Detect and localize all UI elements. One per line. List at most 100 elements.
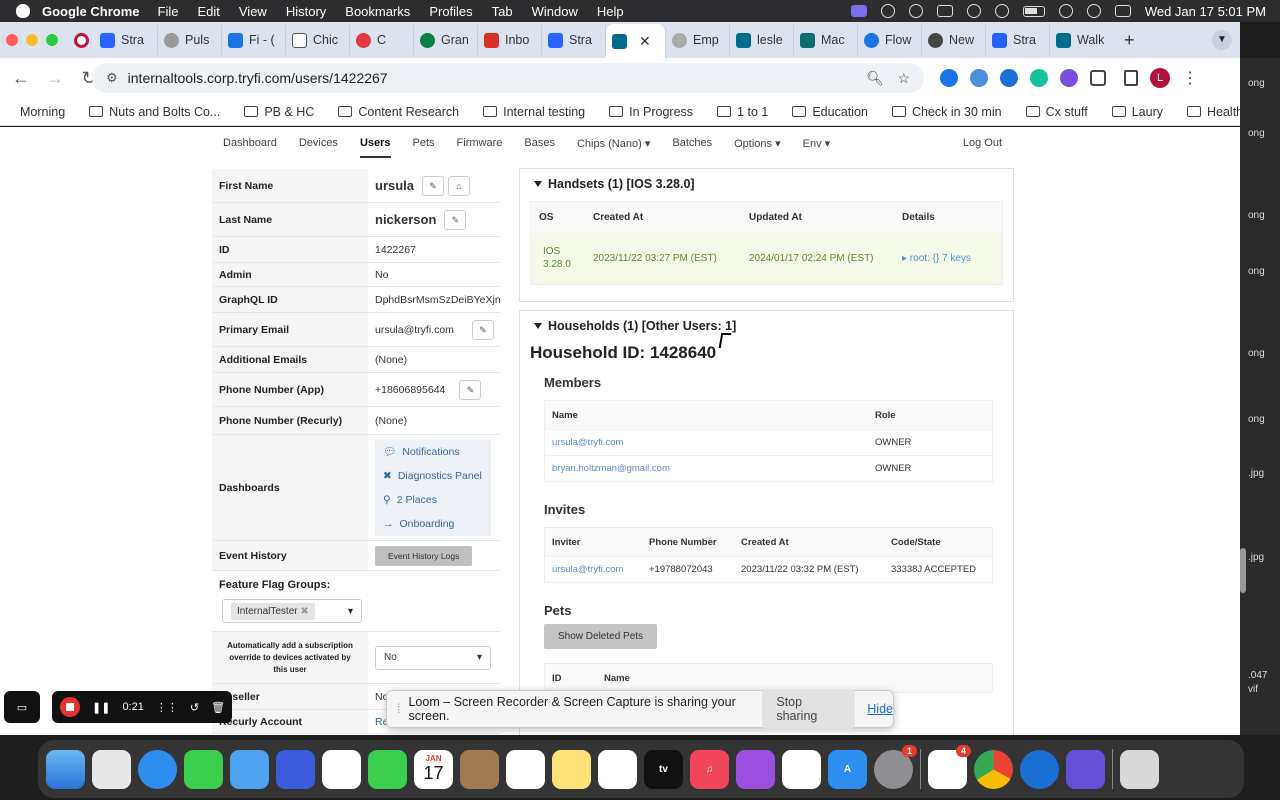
spotlight-icon[interactable] [1086,4,1101,18]
wifi-icon[interactable] [1058,4,1073,18]
bookmark-folder[interactable]: Content Research [338,105,459,119]
nav-pets[interactable]: Pets [413,137,435,149]
bookmark-folder[interactable]: Health [1187,105,1243,119]
nav-chips[interactable]: Chips (Nano) ▾ [577,137,650,150]
stop-recording-icon[interactable] [60,697,80,717]
bookmark-folder[interactable]: 1 to 1 [717,105,768,119]
places-link[interactable]: ⚲ 2 Places [375,487,491,512]
clock[interactable]: Wed Jan 17 5:01 PM [1145,4,1266,19]
handsets-title[interactable]: Handsets (1) [IOS 3.28.0] [520,169,1013,191]
restart-icon[interactable]: ↺ [190,701,199,714]
menu-bookmarks[interactable]: Bookmarks [345,4,410,19]
menu-edit[interactable]: Edit [197,4,219,19]
stop-sharing-button[interactable]: Stop sharing [762,689,856,729]
profile-avatar[interactable]: L [1150,68,1170,88]
extension-icon[interactable] [970,69,988,87]
close-window-icon[interactable] [6,34,18,46]
extension-icon[interactable] [1060,69,1078,87]
grammarly-icon[interactable] [908,4,923,18]
screen-share-icon[interactable] [850,5,867,17]
diagnostics-link[interactable]: ✖ Diagnostics Panel [375,463,491,488]
url-text[interactable]: internaltools.corp.tryfi.com/users/14222… [128,70,388,86]
chrome-icon[interactable] [974,749,1013,789]
minimize-window-icon[interactable] [26,34,38,46]
new-tab-icon[interactable]: + [1124,30,1135,51]
photos-icon[interactable] [322,749,361,789]
appstore-icon[interactable]: A [828,749,867,789]
zoom-window-icon[interactable] [46,34,58,46]
hide-button[interactable]: Hide [867,702,893,716]
menu-tab[interactable]: Tab [492,4,513,19]
handset-details-tree[interactable]: ▸ root: {} 7 keys [890,253,971,264]
grammarly-icon[interactable] [1030,69,1048,87]
drag-handle-icon[interactable]: ⁞ [397,702,400,716]
maps-icon[interactable] [276,749,315,789]
remove-chip-icon[interactable]: ✖ [300,606,308,617]
menu-history[interactable]: History [286,4,326,19]
bookmark-folder[interactable]: Laury [1111,105,1163,119]
reminders-icon[interactable] [506,749,545,789]
battery-icon[interactable] [1022,5,1045,17]
bookmark-folder[interactable]: PB & HC [244,105,314,119]
site-settings-icon[interactable]: ⚙ [106,70,118,86]
menu-view[interactable]: View [239,4,267,19]
forward-icon[interactable]: → [42,68,68,89]
tab-emp[interactable]: Emp [666,25,730,55]
zoom-icon[interactable]: 🔍︎ [866,70,884,87]
nav-env[interactable]: Env ▾ [803,137,831,150]
bookmark-folder[interactable]: Internal testing [483,105,585,119]
edit-icon[interactable]: ✎ [459,379,482,400]
trash-icon[interactable] [1120,749,1159,789]
extension-icon[interactable] [940,69,958,87]
tab-active-internaltools[interactable]: ✕ [606,24,666,58]
facetime-icon[interactable] [368,749,407,789]
menu-help[interactable]: Help [597,4,624,19]
tab-strava-1[interactable]: Stra [94,25,158,55]
control-center-icon[interactable] [1114,5,1131,17]
logout-link[interactable]: Log Out [963,137,1002,149]
tab-c[interactable]: C [350,25,414,55]
podcasts-icon[interactable] [736,749,775,789]
close-tab-icon[interactable]: ✕ [639,33,651,50]
tab-walk[interactable]: Walk [1050,25,1114,55]
calendar-icon[interactable]: JAN 17 [414,749,453,789]
tab-strava-3[interactable]: Stra [986,25,1050,55]
bookmark-morning[interactable]: Morning [20,105,65,119]
apple-icon[interactable] [16,4,30,18]
tab-recording[interactable] [68,25,94,55]
news-icon[interactable] [782,749,821,789]
edit-icon[interactable]: ✎ [444,209,467,230]
appletv-icon[interactable]: tv [644,749,683,789]
pause-icon[interactable]: ❚❚ [92,701,110,714]
music-icon[interactable]: ♫ [690,749,729,789]
tab-inbox[interactable]: Inbo [478,25,542,55]
launchpad-icon[interactable] [92,749,131,789]
menu-profiles[interactable]: Profiles [429,4,472,19]
back-icon[interactable]: ← [8,68,34,89]
tab-chic[interactable]: Chic [286,25,350,55]
tab-lesle[interactable]: lesle [730,25,794,55]
mail-icon[interactable] [230,749,269,789]
notifications-link[interactable]: 💬︎ Notifications [375,439,491,464]
system-settings-icon[interactable]: 1 [874,744,917,789]
nav-batches[interactable]: Batches [672,137,712,149]
trash-icon[interactable]: 🗑︎ [211,701,225,714]
bookmark-folder[interactable]: Education [792,105,868,119]
address-bar[interactable]: ⚙ internaltools.corp.tryfi.com/users/142… [92,63,924,93]
bookmark-folder[interactable]: Check in 30 min [891,105,1002,119]
app-name[interactable]: Google Chrome [42,4,140,19]
onboarding-link[interactable]: → Onboarding [375,511,491,536]
contacts-icon[interactable] [460,749,499,789]
nav-firmware[interactable]: Firmware [457,137,503,149]
member-link[interactable]: ursula@tryfi.com [552,437,875,448]
bookmark-folder[interactable]: In Progress [609,105,693,119]
slack-icon[interactable]: 4 [928,744,971,789]
edit-icon[interactable]: ✎ [471,319,494,340]
display-icon[interactable] [936,5,953,17]
feature-flag-select[interactable]: InternalTester ✖ ▾ [222,599,362,623]
finder-icon[interactable] [46,749,85,789]
inviter-link[interactable]: ursula@tryfi.com [552,564,649,575]
safari-icon[interactable] [138,749,177,789]
loom-icon[interactable] [880,4,895,18]
sidepanel-icon[interactable] [1124,70,1138,86]
